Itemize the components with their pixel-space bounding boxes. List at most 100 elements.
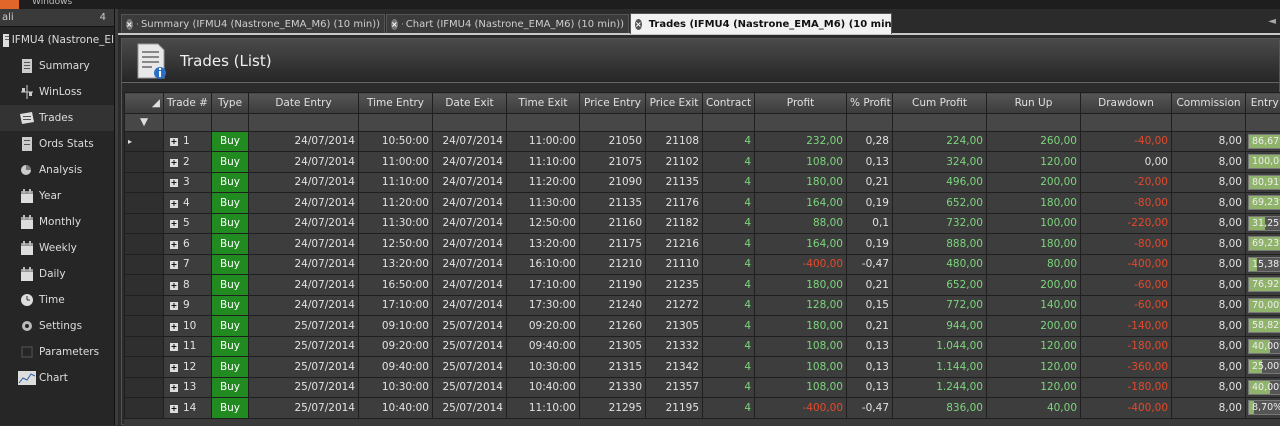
- expand-icon[interactable]: +: [170, 282, 178, 290]
- filter-cell[interactable]: [1081, 113, 1172, 131]
- filter-cell[interactable]: [893, 113, 987, 131]
- column-header-date-entry[interactable]: Date Entry: [249, 93, 359, 114]
- column-header-time-exit[interactable]: Time Exit: [507, 93, 580, 114]
- table-row[interactable]: +7Buy24/07/201413:20:0024/07/201416:10:0…: [125, 254, 1280, 275]
- sidebar-item-chart[interactable]: Chart: [0, 365, 114, 391]
- column-header-time-entry[interactable]: Time Entry: [359, 93, 433, 114]
- expand-icon[interactable]: +: [170, 261, 178, 269]
- filter-cell[interactable]: [987, 113, 1081, 131]
- table-row[interactable]: +3Buy24/07/201411:10:0024/07/201411:20:0…: [125, 172, 1280, 193]
- table-row[interactable]: +5Buy24/07/201411:30:0024/07/201412:50:0…: [125, 213, 1280, 234]
- expand-icon[interactable]: +: [170, 241, 178, 249]
- filter-cell[interactable]: [703, 113, 755, 131]
- tab-scroll-left-icon[interactable]: ◄: [1268, 16, 1276, 27]
- row-selector[interactable]: [125, 234, 164, 255]
- sidebar-item-weekly[interactable]: Weekly: [0, 235, 114, 261]
- column-header-date-exit[interactable]: Date Exit: [433, 93, 507, 114]
- close-icon[interactable]: ×: [126, 19, 133, 30]
- expand-icon[interactable]: +: [170, 138, 178, 146]
- column-header-profit[interactable]: Profit: [755, 93, 847, 114]
- expand-icon[interactable]: +: [170, 323, 178, 331]
- expand-icon[interactable]: +: [170, 384, 178, 392]
- table-row[interactable]: +4Buy24/07/201411:20:0024/07/201411:30:0…: [125, 193, 1280, 214]
- column-header-price-exit[interactable]: Price Exit: [646, 93, 703, 114]
- row-selector[interactable]: [125, 377, 164, 398]
- table-row[interactable]: +11Buy25/07/201409:20:0025/07/201409:40:…: [125, 336, 1280, 357]
- sidebar-item-settings[interactable]: Settings: [0, 313, 114, 339]
- column-header-run-up[interactable]: Run Up: [987, 93, 1081, 114]
- column-header-entry-eff[interactable]: Entry Eff.: [1246, 93, 1280, 114]
- column-header-contract[interactable]: Contract: [703, 93, 755, 114]
- close-icon[interactable]: ×: [391, 19, 398, 30]
- row-selector[interactable]: ▸: [125, 131, 164, 152]
- sidebar-item-trades[interactable]: Trades: [0, 105, 114, 131]
- sidebar-item-summary[interactable]: Summary: [0, 53, 114, 79]
- pin-icon[interactable]: 4: [100, 12, 106, 23]
- filter-cell[interactable]: [580, 113, 646, 131]
- filter-cell[interactable]: [1246, 113, 1280, 131]
- expand-icon[interactable]: +: [170, 405, 178, 413]
- tab-chart[interactable]: × Chart (IFMU4 (Nastrone_EMA_M6) (10 min…: [386, 14, 629, 33]
- select-all-corner[interactable]: ◢: [125, 93, 164, 114]
- sidebar-item-analysis[interactable]: Analysis: [0, 157, 114, 183]
- sidebar-item-monthly[interactable]: Monthly: [0, 209, 114, 235]
- row-selector[interactable]: [125, 213, 164, 234]
- table-row[interactable]: +6Buy24/07/201412:50:0024/07/201413:20:0…: [125, 234, 1280, 255]
- column-header-type[interactable]: Type: [212, 93, 249, 114]
- table-row[interactable]: +12Buy25/07/201409:40:0025/07/201410:30:…: [125, 357, 1280, 378]
- column-header-drawdown[interactable]: Drawdown: [1081, 93, 1172, 114]
- sidebar-item-winloss[interactable]: WinLoss: [0, 79, 114, 105]
- filter-cell[interactable]: [249, 113, 359, 131]
- expand-icon[interactable]: +: [170, 200, 178, 208]
- row-selector[interactable]: [125, 357, 164, 378]
- row-selector[interactable]: [125, 172, 164, 193]
- expand-icon[interactable]: +: [170, 220, 178, 228]
- filter-cell[interactable]: [433, 113, 507, 131]
- splitter[interactable]: [115, 9, 118, 425]
- sidebar-item-parameters[interactable]: Parameters: [0, 339, 114, 365]
- filter-icon[interactable]: ▼: [125, 113, 164, 131]
- windows-menu[interactable]: Windows: [32, 0, 72, 8]
- tab-trades[interactable]: × Trades (IFMU4 (Nastrone_EMA_M6) (10 mi…: [630, 13, 892, 34]
- expand-icon[interactable]: +: [170, 159, 178, 167]
- column-header-price-entry[interactable]: Price Entry: [580, 93, 646, 114]
- app-menu-button[interactable]: [0, 0, 19, 9]
- expand-icon[interactable]: +: [170, 179, 178, 187]
- filter-cell[interactable]: [755, 113, 847, 131]
- expand-icon[interactable]: +: [170, 302, 178, 310]
- sidebar-item-year[interactable]: Year: [0, 183, 114, 209]
- row-selector[interactable]: [125, 316, 164, 337]
- close-icon[interactable]: ×: [635, 19, 642, 30]
- column-header-commission[interactable]: Commission: [1172, 93, 1246, 114]
- filter-cell[interactable]: [507, 113, 580, 131]
- row-selector[interactable]: [125, 336, 164, 357]
- sidebar-item-ords-stats[interactable]: Ords Stats: [0, 131, 114, 157]
- filter-cell[interactable]: [847, 113, 893, 131]
- row-selector[interactable]: [125, 275, 164, 296]
- sidebar-root-node[interactable]: IFMU4 (Nastrone_El: [0, 27, 114, 53]
- filter-cell[interactable]: [359, 113, 433, 131]
- tab-summary[interactable]: × Summary (IFMU4 (Nastrone_EMA_M6) (10 m…: [121, 14, 385, 33]
- table-row[interactable]: ▸+1Buy24/07/201410:50:0024/07/201411:00:…: [125, 131, 1280, 152]
- table-row[interactable]: +14Buy25/07/201410:40:0025/07/201411:10:…: [125, 398, 1280, 419]
- filter-cell[interactable]: [212, 113, 249, 131]
- table-row[interactable]: +9Buy24/07/201417:10:0024/07/201417:30:0…: [125, 295, 1280, 316]
- column-header-trade[interactable]: Trade #: [164, 93, 212, 114]
- expand-icon[interactable]: +: [170, 364, 178, 372]
- filter-cell[interactable]: [164, 113, 212, 131]
- row-selector[interactable]: [125, 152, 164, 173]
- row-selector[interactable]: [125, 295, 164, 316]
- table-row[interactable]: +2Buy24/07/201411:00:0024/07/201411:10:0…: [125, 152, 1280, 173]
- filter-cell[interactable]: [646, 113, 703, 131]
- table-row[interactable]: +10Buy25/07/201409:10:0025/07/201409:20:…: [125, 316, 1280, 337]
- filter-cell[interactable]: [1172, 113, 1246, 131]
- expand-icon[interactable]: +: [170, 343, 178, 351]
- table-row[interactable]: +13Buy25/07/201410:30:0025/07/201410:40:…: [125, 377, 1280, 398]
- row-selector[interactable]: [125, 254, 164, 275]
- sidebar-item-daily[interactable]: Daily: [0, 261, 114, 287]
- sidebar-item-time[interactable]: Time: [0, 287, 114, 313]
- row-selector[interactable]: [125, 193, 164, 214]
- column-header-cum-profit[interactable]: Cum Profit: [893, 93, 987, 114]
- table-row[interactable]: +8Buy24/07/201416:50:0024/07/201417:10:0…: [125, 275, 1280, 296]
- column-header--profit[interactable]: % Profit: [847, 93, 893, 114]
